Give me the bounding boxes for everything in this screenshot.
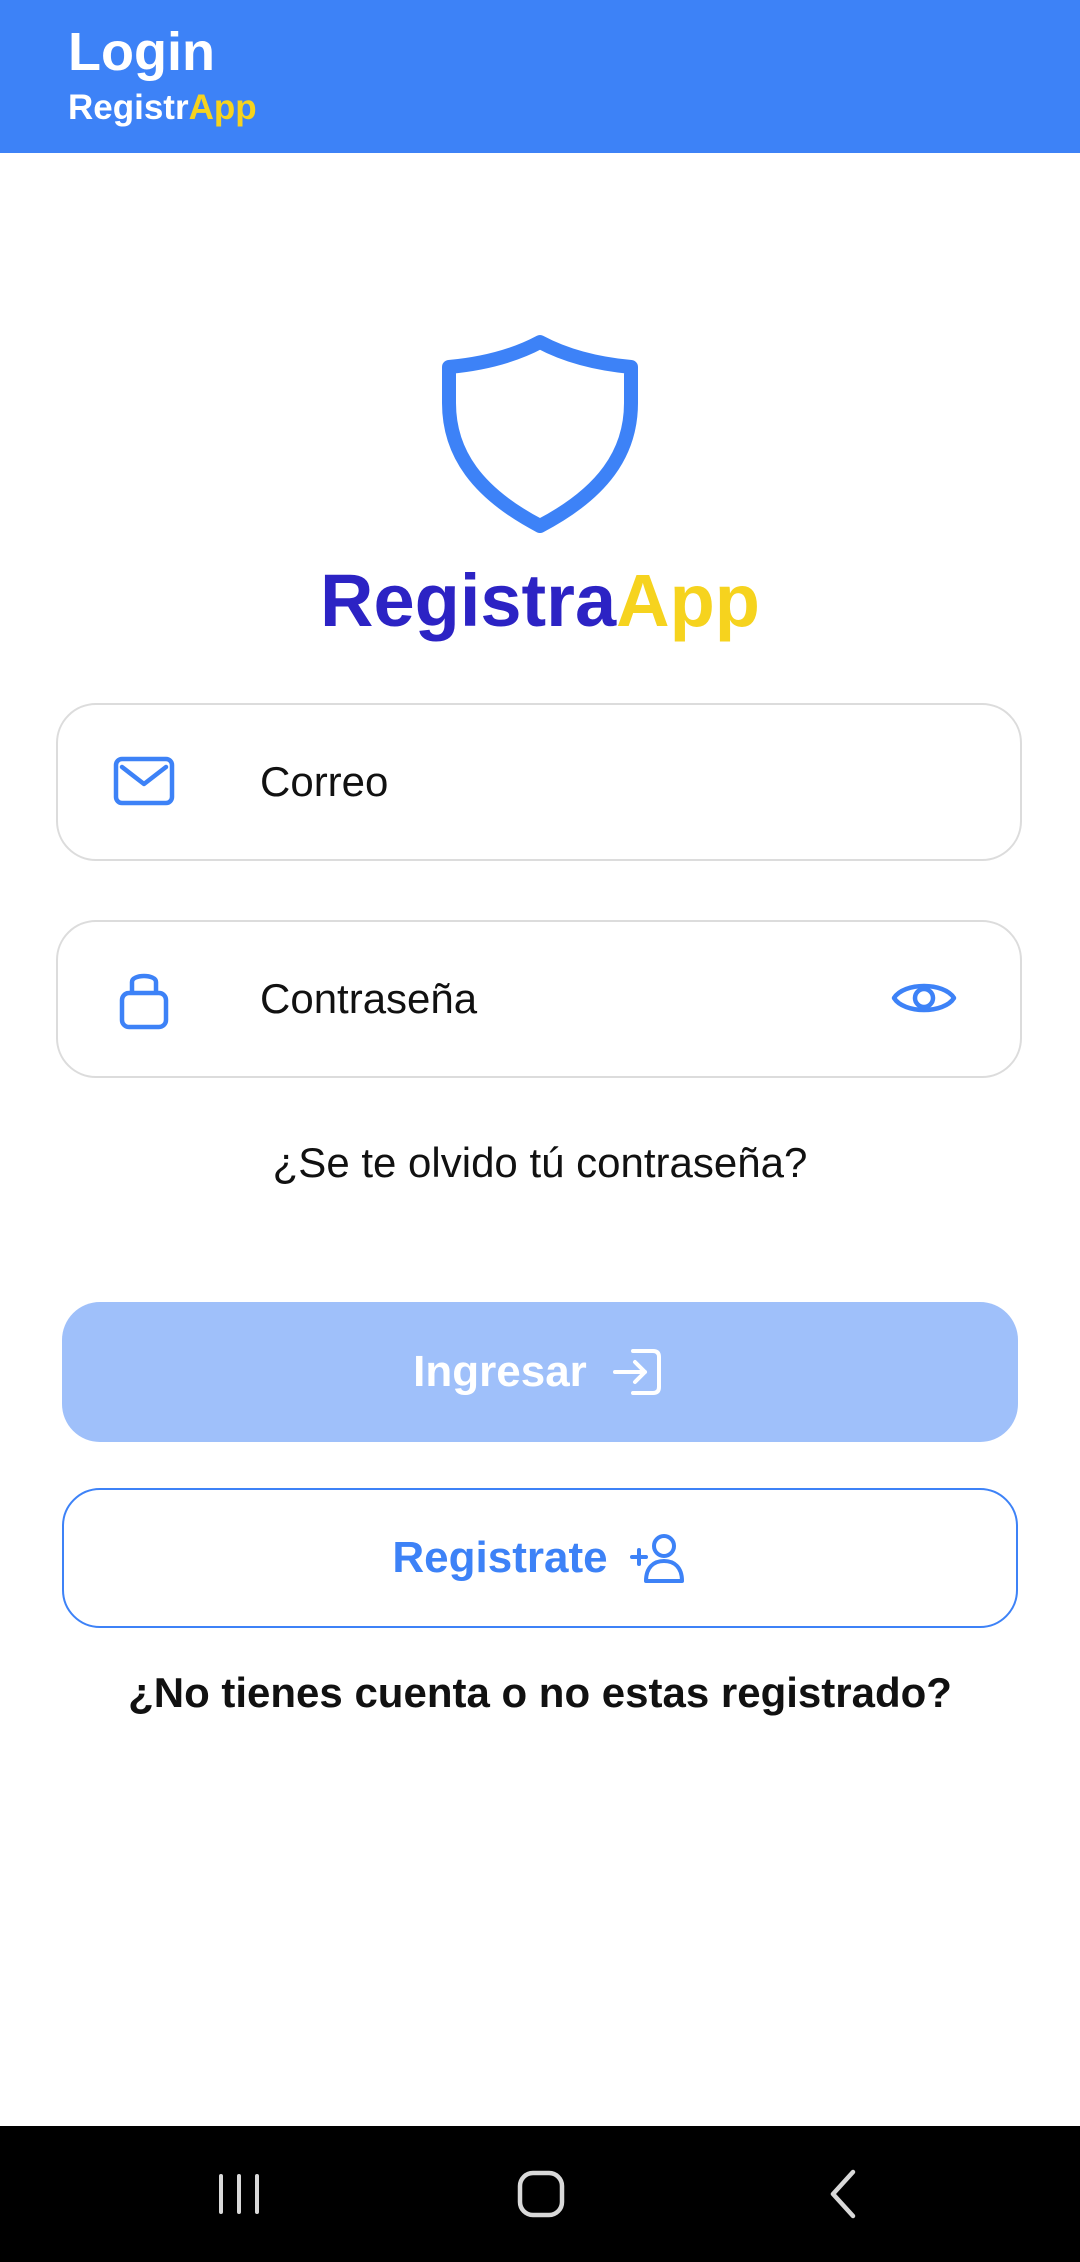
person-add-icon (629, 1534, 684, 1583)
brand-name-part1: Registra (320, 559, 617, 642)
recents-icon[interactable] (209, 2164, 269, 2224)
no-account-text: ¿No tienes cuenta o no estas registrado? (128, 1669, 952, 1716)
lock-icon (119, 973, 169, 1030)
log-in-icon (612, 1349, 661, 1395)
page-title: Login (68, 22, 215, 82)
eye-icon[interactable] (888, 962, 960, 1034)
header-subtitle-part1: Registr (68, 88, 189, 127)
email-input[interactable] (260, 735, 900, 829)
forgot-password-link[interactable]: ¿Se te olvido tú contraseña? (0, 1135, 1080, 1191)
register-button[interactable]: Registrate (62, 1488, 1018, 1628)
password-input[interactable] (260, 952, 900, 1046)
brand-name-part2: App (616, 559, 760, 642)
app-header: Login RegistrApp (0, 0, 1080, 153)
system-navigation-bar (0, 2126, 1080, 2262)
brand-name: RegistraApp (0, 560, 1080, 642)
register-button-label: Registrate (392, 1533, 608, 1582)
header-subtitle: RegistrApp (68, 88, 257, 128)
password-field-container[interactable] (56, 920, 1022, 1078)
back-icon[interactable] (815, 2164, 875, 2224)
login-button-label: Ingresar (413, 1347, 587, 1396)
login-button[interactable]: Ingresar (62, 1302, 1018, 1442)
mail-icon (113, 756, 175, 806)
shield-icon (442, 335, 638, 533)
header-subtitle-part2: App (188, 88, 257, 127)
email-field-container[interactable] (56, 703, 1022, 861)
login-page: Login RegistrApp RegistraApp ¿Se te olvi… (0, 0, 1080, 2262)
home-icon[interactable] (511, 2164, 571, 2224)
